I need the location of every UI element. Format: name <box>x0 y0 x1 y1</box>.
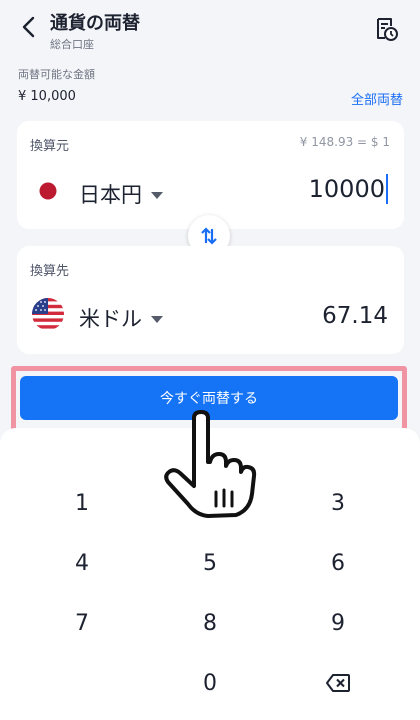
key-1[interactable]: 1 <box>22 478 142 528</box>
backspace-icon <box>326 674 350 692</box>
available-amount-value: ¥ 10,000 <box>18 89 76 104</box>
header: 通貨の両替 総合口座 <box>0 0 420 62</box>
japan-flag-icon <box>39 182 57 200</box>
key-5[interactable]: 5 <box>150 538 270 588</box>
target-currency-card: 換算先 米ドル 67.14 <box>17 246 404 354</box>
numeric-keypad: 1 2 3 4 5 6 7 8 9 0 <box>0 428 420 720</box>
key-3[interactable]: 3 <box>278 478 398 528</box>
exchange-all-link[interactable]: 全部両替 <box>351 89 403 108</box>
history-button[interactable] <box>371 14 401 44</box>
caret-down-icon <box>151 192 163 199</box>
available-amount-label: 両替可能な金額 <box>18 68 95 81</box>
key-2[interactable]: 2 <box>150 478 270 528</box>
key-0[interactable]: 0 <box>150 658 270 708</box>
us-flag-icon <box>32 298 64 330</box>
page-title: 通貨の両替 <box>50 13 140 34</box>
source-currency-card: 換算元 ¥ 148.93 = $ 1 日本円 10000 <box>17 121 404 229</box>
text-cursor <box>386 174 388 204</box>
backspace-key[interactable] <box>278 658 398 708</box>
swap-arrows-icon <box>201 227 217 245</box>
target-amount-value: 67.14 <box>322 303 388 329</box>
source-currency-select[interactable]: 日本円 <box>79 179 163 209</box>
source-amount-input[interactable]: 10000 <box>309 174 388 204</box>
source-amount-value: 10000 <box>308 175 385 203</box>
key-6[interactable]: 6 <box>278 538 398 588</box>
caret-down-icon <box>151 316 163 323</box>
source-label: 換算元 <box>30 139 70 154</box>
account-subtitle: 総合口座 <box>50 38 94 51</box>
source-currency-name: 日本円 <box>79 183 142 207</box>
chevron-left-icon <box>22 16 35 38</box>
exchange-rate: ¥ 148.93 = $ 1 <box>299 135 390 149</box>
back-button[interactable] <box>14 12 44 42</box>
key-8[interactable]: 8 <box>150 598 270 648</box>
target-currency-name: 米ドル <box>79 307 142 331</box>
target-label: 換算先 <box>30 264 70 279</box>
key-9[interactable]: 9 <box>278 598 398 648</box>
target-currency-select[interactable]: 米ドル <box>79 303 163 333</box>
key-7[interactable]: 7 <box>22 598 142 648</box>
exchange-now-button[interactable]: 今すぐ両替する <box>20 376 398 420</box>
key-4[interactable]: 4 <box>22 538 142 588</box>
receipt-clock-icon <box>377 18 398 41</box>
